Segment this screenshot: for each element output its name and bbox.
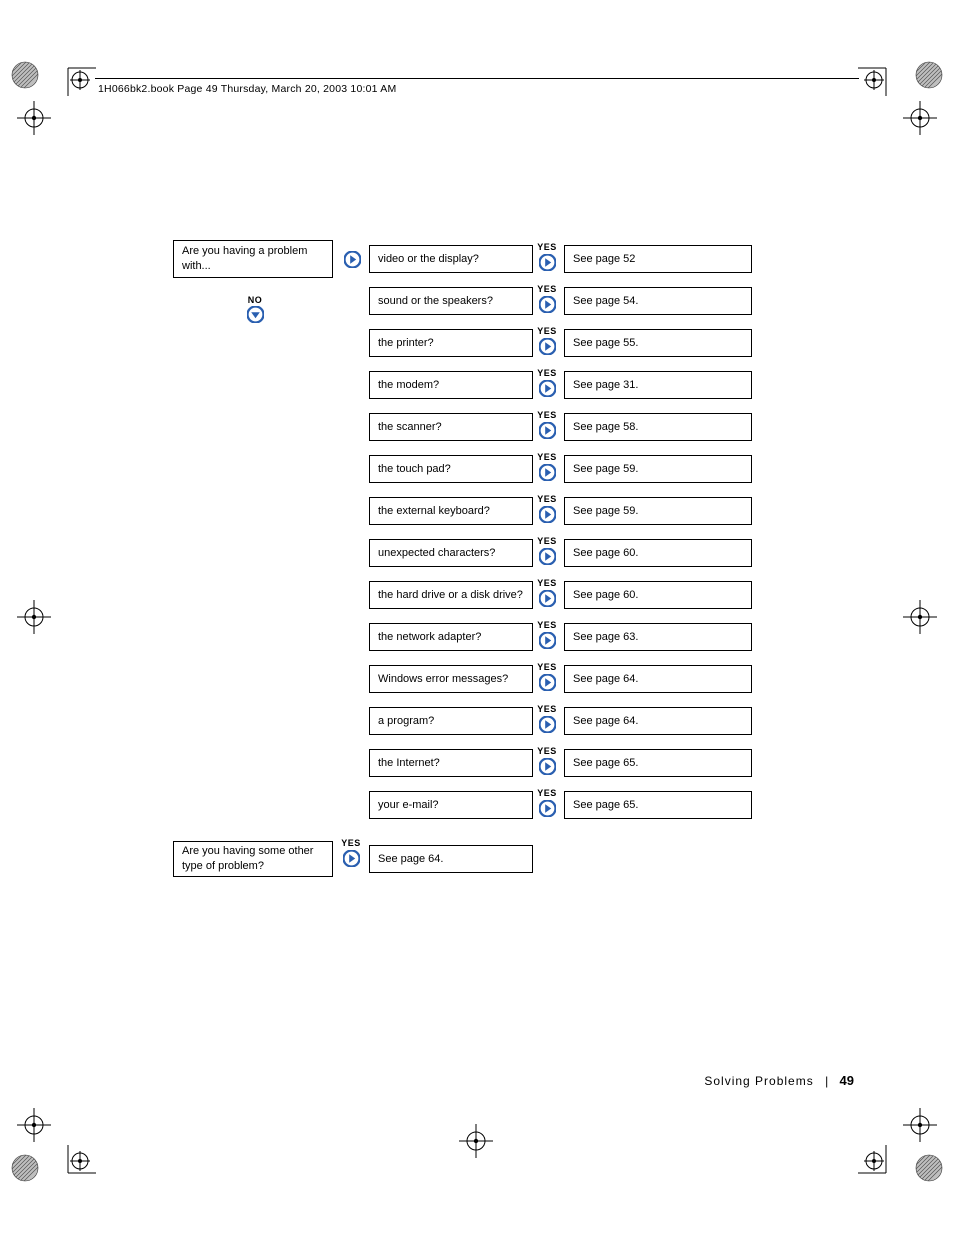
corner-mark-icon: [858, 1145, 892, 1179]
answer-reference: See page 55.: [564, 329, 752, 357]
arrow-right-icon: [539, 506, 556, 523]
arrow-right-icon: [344, 251, 361, 268]
yes-label: YES: [535, 368, 559, 378]
arrow-right-icon: [539, 380, 556, 397]
crop-ball-icon: [914, 1153, 944, 1183]
footer-section: Solving Problems: [704, 1074, 813, 1088]
question-main: Are you having a problem with...: [173, 240, 333, 278]
page-footer: Solving Problems | 49: [704, 1073, 854, 1088]
answer-other: See page 64.: [369, 845, 533, 873]
arrow-down-icon: [247, 306, 264, 323]
footer-page-number: 49: [840, 1073, 854, 1088]
arrow-right-icon: [539, 758, 556, 775]
problem-option: the modem?: [369, 371, 533, 399]
answer-reference: See page 31.: [564, 371, 752, 399]
answer-reference: See page 59.: [564, 455, 752, 483]
crop-ball-icon: [10, 60, 40, 90]
yes-label: YES: [535, 578, 559, 588]
arrow-right-icon: [539, 548, 556, 565]
answer-reference: See page 54.: [564, 287, 752, 315]
yes-label: YES: [339, 838, 363, 848]
arrow-right-icon: [539, 464, 556, 481]
arrow-right-icon: [539, 590, 556, 607]
arrow-right-icon: [539, 338, 556, 355]
yes-label: YES: [535, 410, 559, 420]
yes-label: YES: [535, 452, 559, 462]
arrow-right-icon: [343, 850, 360, 867]
arrow-right-icon: [539, 296, 556, 313]
arrow-right-icon: [539, 716, 556, 733]
no-indicator: NO: [240, 295, 270, 323]
registration-mark-icon: [900, 1105, 940, 1145]
registration-mark-icon: [14, 1105, 54, 1145]
yes-label: YES: [535, 536, 559, 546]
crop-ball-icon: [914, 60, 944, 90]
header-meta: 1H066bk2.book Page 49 Thursday, March 20…: [98, 83, 396, 95]
yes-label: YES: [535, 746, 559, 756]
no-label: NO: [240, 295, 270, 305]
answer-reference: See page 63.: [564, 623, 752, 651]
question-other: Are you having some other type of proble…: [173, 841, 333, 877]
arrow-right-icon: [539, 800, 556, 817]
yes-label: YES: [535, 704, 559, 714]
problem-option: the hard drive or a disk drive?: [369, 581, 533, 609]
problem-option: the network adapter?: [369, 623, 533, 651]
problem-option: the scanner?: [369, 413, 533, 441]
corner-mark-icon: [858, 62, 892, 96]
registration-mark-icon: [456, 1121, 496, 1161]
registration-mark-icon: [14, 597, 54, 637]
answer-reference: See page 58.: [564, 413, 752, 441]
footer-separator: |: [825, 1074, 828, 1088]
corner-mark-icon: [62, 62, 96, 96]
registration-mark-icon: [900, 597, 940, 637]
answer-reference: See page 52: [564, 245, 752, 273]
yes-label: YES: [535, 494, 559, 504]
problem-option: video or the display?: [369, 245, 533, 273]
answer-reference: See page 65.: [564, 749, 752, 777]
problem-option: the external keyboard?: [369, 497, 533, 525]
answer-reference: See page 65.: [564, 791, 752, 819]
corner-mark-icon: [62, 1145, 96, 1179]
problem-option: the printer?: [369, 329, 533, 357]
yes-label: YES: [535, 284, 559, 294]
registration-mark-icon: [14, 98, 54, 138]
problem-option: a program?: [369, 707, 533, 735]
arrow-right-icon: [539, 422, 556, 439]
problem-option: your e-mail?: [369, 791, 533, 819]
crop-ball-icon: [10, 1153, 40, 1183]
arrow-right-icon: [539, 254, 556, 271]
yes-label: YES: [535, 788, 559, 798]
answer-reference: See page 60.: [564, 581, 752, 609]
yes-label: YES: [535, 620, 559, 630]
answer-reference: See page 64.: [564, 707, 752, 735]
problem-option: the touch pad?: [369, 455, 533, 483]
arrow-right-icon: [539, 632, 556, 649]
problem-option: unexpected characters?: [369, 539, 533, 567]
yes-label: YES: [535, 242, 559, 252]
answer-reference: See page 59.: [564, 497, 752, 525]
header-rule: [95, 78, 859, 79]
problem-option: Windows error messages?: [369, 665, 533, 693]
problem-option: the Internet?: [369, 749, 533, 777]
arrow-right-icon: [539, 674, 556, 691]
yes-label: YES: [535, 326, 559, 336]
problem-option: sound or the speakers?: [369, 287, 533, 315]
answer-reference: See page 60.: [564, 539, 752, 567]
yes-label: YES: [535, 662, 559, 672]
registration-mark-icon: [900, 98, 940, 138]
answer-reference: See page 64.: [564, 665, 752, 693]
